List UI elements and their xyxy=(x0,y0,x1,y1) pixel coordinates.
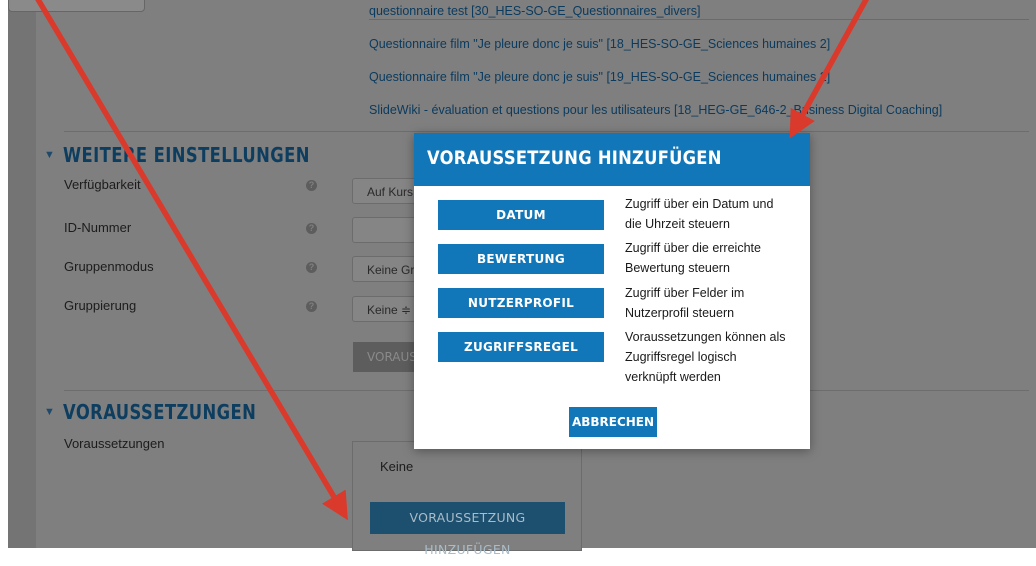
red-pointer-arrow xyxy=(35,0,348,521)
annotation-arrows xyxy=(35,0,869,521)
red-pointer-arrow xyxy=(789,0,869,139)
